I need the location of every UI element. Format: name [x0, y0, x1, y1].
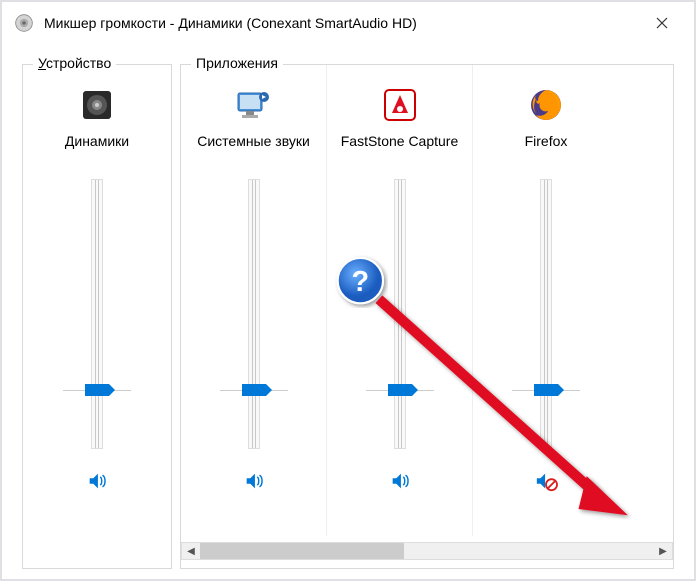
speaker-app-icon — [14, 13, 34, 33]
window-title: Микшер громкости - Динамики (Conexant Sm… — [44, 15, 642, 31]
firefox-icon[interactable] — [528, 83, 564, 127]
app-mute-button[interactable] — [389, 469, 411, 493]
system-sounds-icon[interactable] — [234, 83, 274, 127]
titlebar: Микшер громкости - Динамики (Conexant Sm… — [2, 2, 694, 44]
device-group-label: Устройство — [33, 55, 116, 71]
apps-group-label: Приложения — [191, 55, 283, 71]
volume-mixer-window: Микшер громкости - Динамики (Conexant Sm… — [2, 2, 694, 579]
apps-row: Системные звуки FastStone Capture — [181, 65, 673, 536]
faststone-icon[interactable] — [382, 83, 418, 127]
device-mute-button[interactable] — [86, 469, 108, 493]
scroll-right-arrow[interactable]: ▶ — [654, 543, 672, 559]
app-channel-system-sounds: Системные звуки — [181, 65, 327, 536]
app-volume-slider[interactable] — [234, 179, 274, 449]
content-area: Устройство Динамики Приложения — [2, 44, 694, 579]
app-mute-button[interactable] — [243, 469, 265, 493]
app-channel-label: FastStone Capture — [341, 127, 459, 169]
scroll-thumb[interactable] — [200, 543, 404, 559]
app-channel-faststone: FastStone Capture — [327, 65, 473, 536]
app-volume-slider[interactable] — [380, 179, 420, 449]
app-channel-firefox: Firefox — [473, 65, 619, 536]
device-volume-slider[interactable] — [77, 179, 117, 449]
close-button[interactable] — [642, 8, 682, 38]
app-channel-label: Firefox — [525, 127, 568, 169]
apps-group: Приложения Системные звуки — [180, 64, 674, 569]
firefox-mute-button[interactable] — [533, 469, 559, 493]
device-group: Устройство Динамики — [22, 64, 172, 569]
device-channel: Динамики — [23, 65, 171, 493]
scroll-track[interactable] — [200, 543, 654, 559]
app-volume-slider[interactable] — [526, 179, 566, 449]
app-channel-label: Системные звуки — [197, 127, 310, 169]
device-channel-label: Динамики — [65, 127, 129, 169]
apps-horizontal-scrollbar[interactable]: ◀ ▶ — [181, 542, 673, 560]
speaker-device-icon[interactable] — [79, 83, 115, 127]
scroll-left-arrow[interactable]: ◀ — [182, 543, 200, 559]
